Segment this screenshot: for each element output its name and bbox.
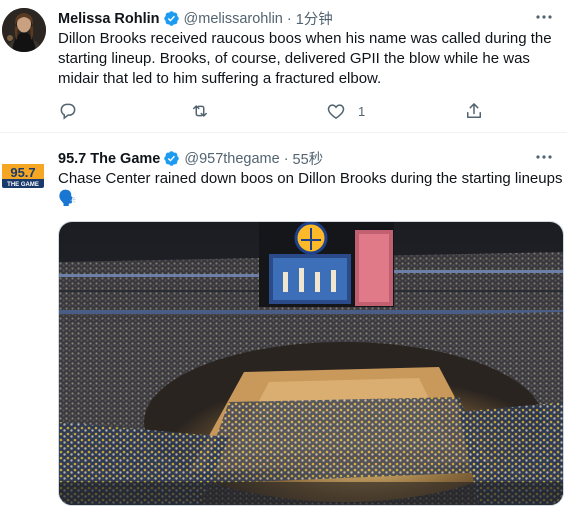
logo-station-name: THE GAME	[7, 182, 39, 188]
tweet-text-line: midair that led to him suffering a fract…	[58, 70, 382, 87]
tweet-text: Dillon Brooks received raucous boos when…	[58, 29, 558, 89]
warriors-logo-icon	[294, 222, 328, 255]
separator-dot: ·	[286, 10, 292, 27]
timestamp[interactable]: 1分钟	[296, 8, 333, 29]
author-handle[interactable]: @957thegame	[184, 151, 279, 167]
author-name[interactable]: Melissa Rohlin	[58, 11, 160, 27]
retweet-icon	[193, 105, 207, 117]
like-button[interactable]: 1	[326, 100, 365, 122]
tweet-melissa-rohlin[interactable]: Melissa Rohlin @melissarohlin · 1分钟 Dill…	[0, 0, 567, 133]
avatar-image	[2, 8, 46, 52]
retweet-button[interactable]	[190, 100, 210, 122]
tweet-957-the-game[interactable]: 95.7 THE GAME 95.7 The Game @957thegame …	[0, 134, 567, 508]
more-options-icon[interactable]	[535, 148, 553, 166]
tweet-text-line: Chase Center rained down boos on Dillon …	[58, 170, 563, 187]
more-options-icon[interactable]	[535, 8, 553, 26]
tweet-text-line: Dillon Brooks received raucous boos when…	[58, 30, 552, 47]
tweet-text: Chase Center rained down boos on Dillon …	[58, 169, 563, 209]
reply-icon	[60, 103, 76, 120]
separator-dot: ·	[283, 150, 289, 167]
avatar[interactable]	[2, 8, 46, 52]
logo-frequency: 95.7	[10, 165, 35, 180]
like-count: 1	[358, 103, 366, 119]
avatar[interactable]: 95.7 THE GAME	[0, 150, 46, 196]
author-handle[interactable]: @melissarohlin	[184, 11, 283, 27]
arena-photo	[59, 222, 563, 505]
tweet-photo[interactable]	[58, 221, 564, 506]
tweet-header: Melissa Rohlin @melissarohlin · 1分钟	[58, 8, 333, 29]
speaking-head-emoji: 🗣️	[58, 190, 77, 207]
brand-logo: 95.7 THE GAME	[2, 164, 44, 188]
author-name[interactable]: 95.7 The Game	[58, 151, 160, 167]
verified-badge-icon	[163, 150, 180, 167]
share-icon	[467, 103, 481, 118]
share-button[interactable]	[464, 100, 484, 122]
reply-button[interactable]	[58, 100, 78, 122]
heart-icon	[327, 104, 345, 119]
tweet-text-line: starting lineup. Brooks, of course, deli…	[58, 50, 530, 67]
verified-badge-icon	[163, 10, 180, 27]
timestamp[interactable]: 55秒	[293, 148, 324, 169]
tweet-header: 95.7 The Game @957thegame · 55秒	[58, 148, 323, 169]
tweet-actions: 1	[58, 100, 508, 122]
